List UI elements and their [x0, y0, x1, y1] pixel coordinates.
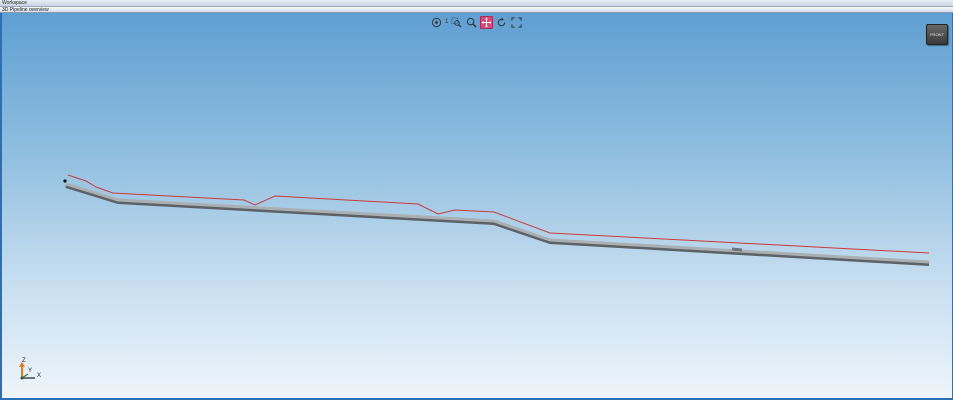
pan-icon [481, 16, 492, 28]
axis-y-label: Y [28, 368, 33, 374]
fit-all-button[interactable] [510, 16, 523, 29]
workspace-title-bar: Workspace [0, 0, 953, 7]
pan-button[interactable] [480, 15, 493, 29]
pipeline-path[interactable] [65, 182, 930, 264]
rotate-button[interactable] [495, 16, 508, 29]
view-cube-front[interactable]: FRONT [926, 24, 948, 45]
toolbar-separator-label: 1 [445, 19, 449, 25]
axis-x-label: X [37, 373, 42, 379]
pipe-joint [731, 247, 743, 252]
terrain-profile-line [67, 174, 930, 254]
fit-all-icon [511, 16, 522, 28]
3d-viewport[interactable]: Z Y X 1 FRONT [1, 13, 953, 398]
zoom-icon [466, 17, 477, 28]
pipeline-start-marker[interactable] [63, 179, 67, 183]
zoom-button[interactable] [465, 16, 478, 29]
rotate-icon [497, 16, 506, 26]
workspace-title: Workspace [2, 0, 27, 6]
view-toolbar: 1 [430, 15, 523, 29]
pipeline-scene [19, 174, 930, 380]
zoom-window-button[interactable] [450, 16, 463, 29]
view-cube-label: FRONT [930, 32, 944, 37]
pipe-info-button[interactable] [430, 16, 443, 29]
pipe-info-icon [431, 17, 442, 27]
axis-z-label: Z [22, 358, 26, 364]
axis-triad [19, 362, 35, 380]
zoom-window-icon [451, 17, 462, 28]
